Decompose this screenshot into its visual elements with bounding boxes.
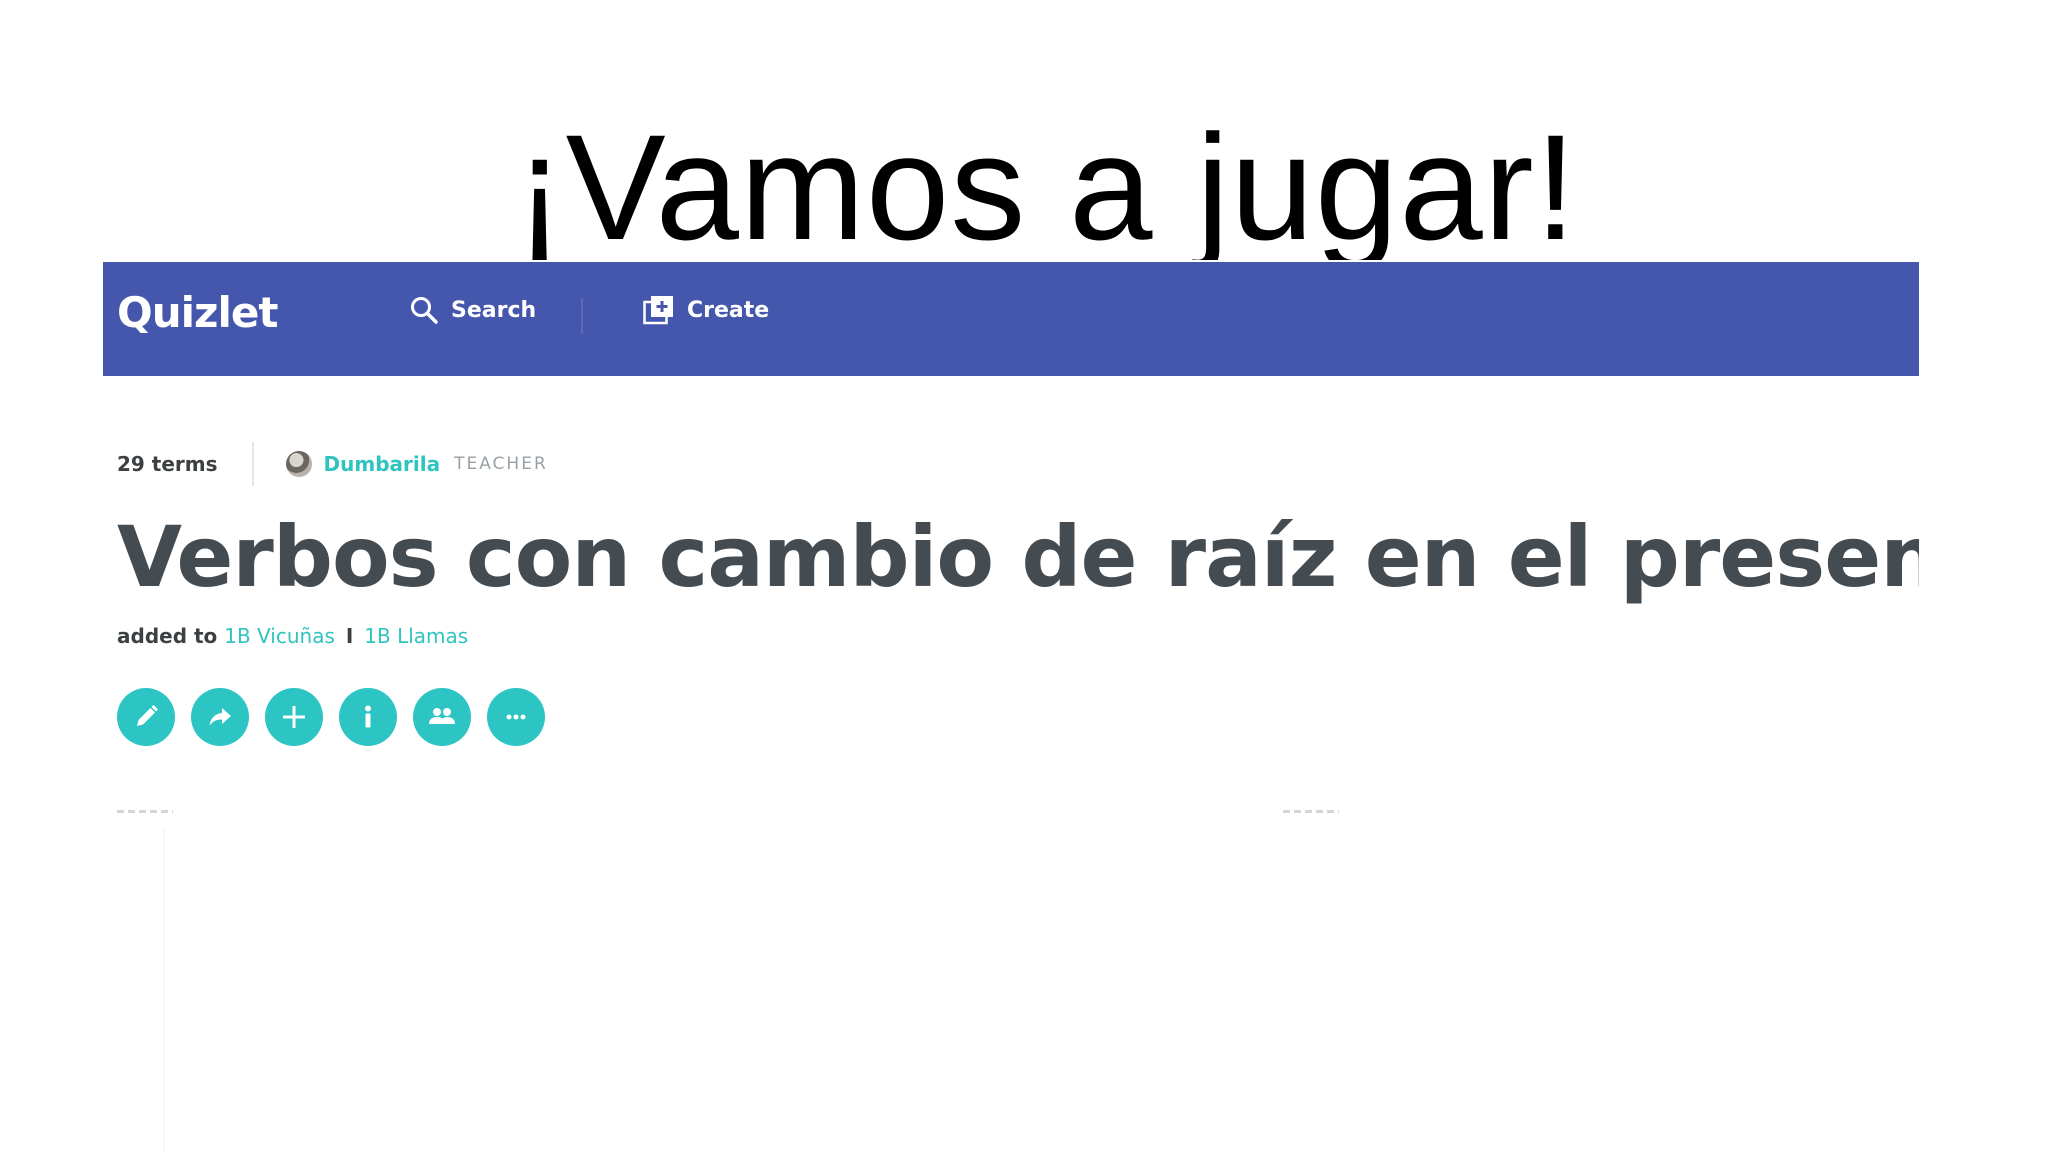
edit-button[interactable] (117, 688, 175, 746)
share-icon (209, 708, 231, 726)
added-to-classes: added to 1B Vicuñas I 1B Llamas (117, 624, 468, 648)
add-button[interactable] (265, 688, 323, 746)
set-title: Verbos con cambio de raíz en el presente (117, 508, 1919, 606)
info-button[interactable] (339, 688, 397, 746)
meta-divider (251, 442, 254, 486)
class-link-llamas[interactable]: 1B Llamas (364, 624, 468, 648)
search-icon (411, 297, 438, 324)
avatar[interactable] (285, 451, 312, 477)
set-actions (117, 688, 561, 746)
quizlet-screenshot: Quizlet Search Create 29 terms Dumbarila… (103, 262, 1919, 1152)
share-with-people-button[interactable] (413, 688, 471, 746)
slide-title: ¡Vamos a jugar! (514, 112, 1578, 260)
create-button[interactable]: Create (643, 292, 769, 328)
nav-divider (581, 298, 583, 334)
terms-count: 29 terms (117, 452, 218, 476)
quizlet-logo[interactable]: Quizlet (117, 288, 278, 337)
create-label: Create (687, 297, 770, 323)
author-link[interactable]: Dumbarila (324, 452, 441, 476)
more-button[interactable] (487, 688, 545, 746)
plus-icon (283, 706, 305, 728)
faint-divider (163, 827, 165, 1152)
people-icon (429, 708, 455, 724)
author-role-badge: TEACHER (454, 454, 548, 474)
share-button[interactable] (191, 688, 249, 746)
definition-column-header (1283, 810, 1339, 813)
more-icon (506, 714, 526, 720)
slide: ¡Vamos a jugar! Quizlet Search Create 29… (0, 0, 2048, 1152)
added-to-label: added to (117, 624, 218, 648)
term-column-header (117, 810, 173, 813)
set-meta: 29 terms Dumbarila TEACHER (117, 440, 548, 488)
pencil-icon (137, 705, 158, 726)
search-label: Search (451, 297, 537, 323)
class-link-vicunas[interactable]: 1B Vicuñas (224, 624, 335, 648)
class-separator: I (345, 624, 354, 648)
info-icon (365, 705, 371, 728)
navbar: Quizlet Search Create (103, 262, 1919, 376)
search-button[interactable]: Search (409, 292, 536, 328)
create-icon (643, 296, 673, 325)
